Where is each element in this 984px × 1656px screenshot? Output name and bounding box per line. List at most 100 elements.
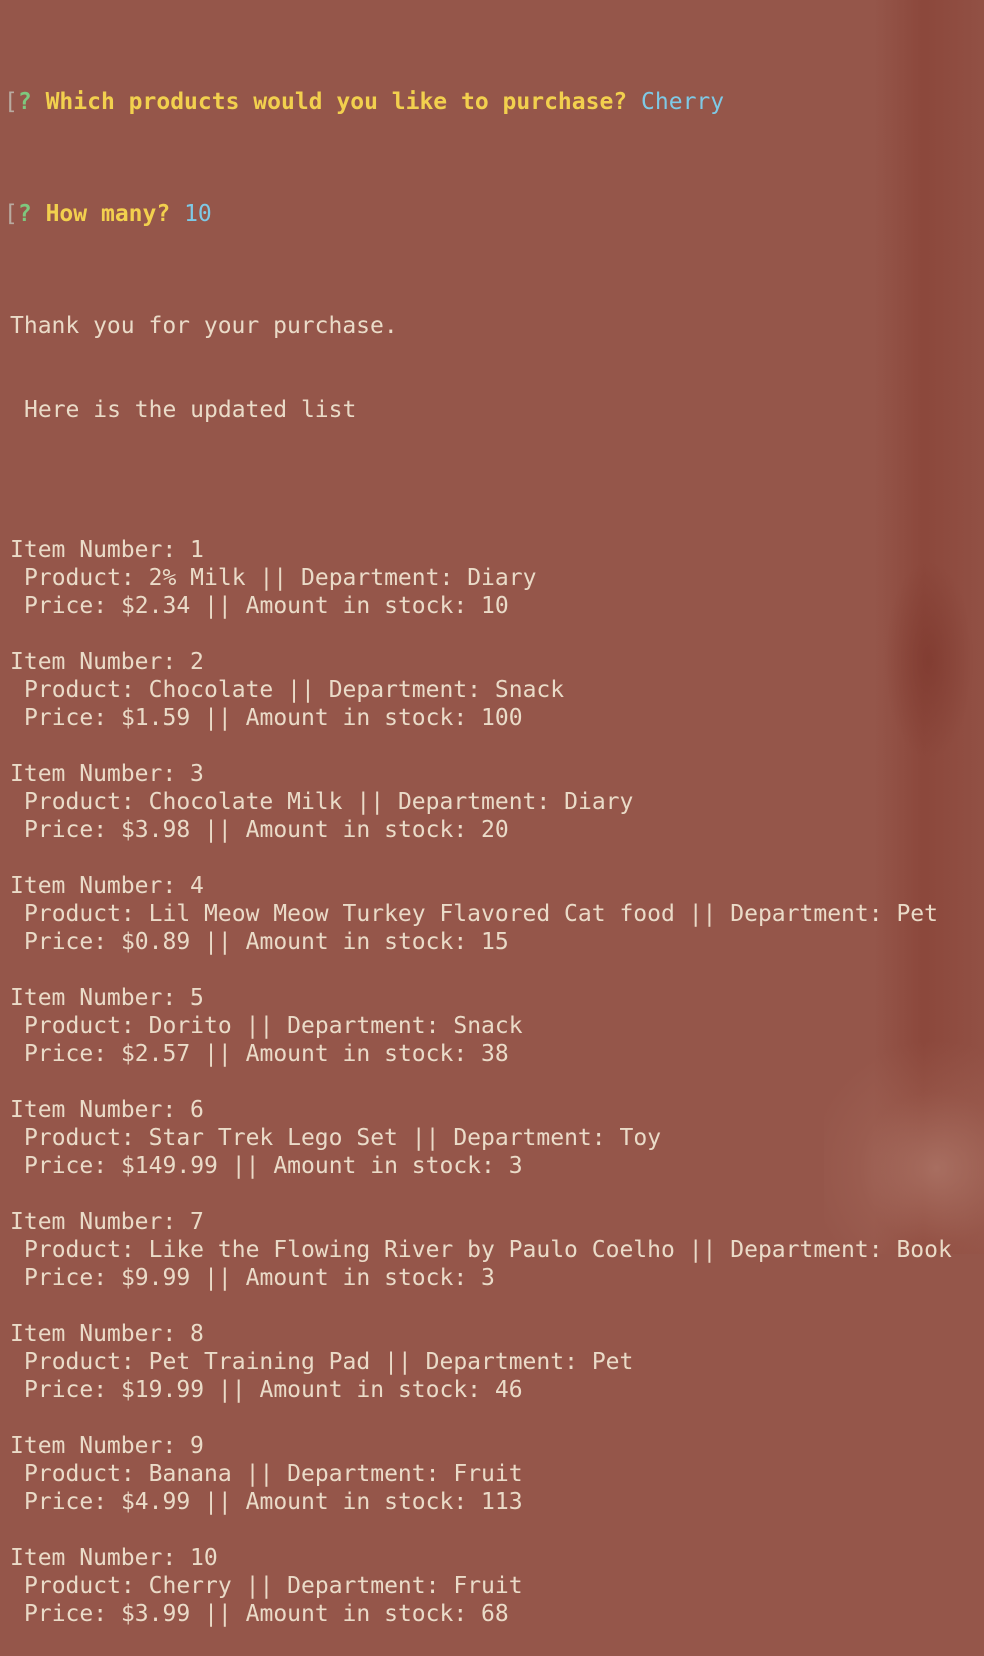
price-line: Price: $2.57 || Amount in stock: 38 [10,1040,952,1068]
stock-value: 10 [481,593,509,619]
stock-label: Amount in stock: [245,929,468,955]
stock-label: Amount in stock: [245,1041,468,1067]
separator: || [204,929,232,955]
product-line: Product: Star Trek Lego Set || Departmen… [10,1124,952,1152]
prompt-bracket: [ [4,201,18,227]
product-name: Lil Meow Meow Turkey Flavored Cat food [148,901,675,927]
price-line: Price: $149.99 || Amount in stock: 3 [10,1152,952,1180]
department-name: Book [896,1237,952,1263]
separator: || [287,677,315,703]
stock-label: Amount in stock: [273,1153,495,1179]
product-name: Dorito [148,1013,232,1039]
item-number: 6 [190,1097,204,1123]
price-label: Price: [24,817,108,843]
price-label: Price: [24,1489,108,1515]
separator: || [259,565,288,591]
product-line: Product: Banana || Department: Fruit [10,1460,952,1488]
stock-label: Amount in stock: [259,1377,482,1403]
thank-you-message: Thank you for your purchase. [10,313,398,339]
department-label: Department: [453,1125,606,1151]
stock-value: 38 [481,1041,509,1067]
item-number-label: Item Number: [10,985,177,1011]
department-name: Snack [494,677,565,703]
department-name: Diary [564,789,634,815]
price-value: $9.99 [120,1265,191,1291]
separator: || [384,1349,412,1375]
price-value: $4.99 [120,1489,191,1515]
prompt-bracket: [ [4,89,18,115]
item-number-line: Item Number: 8 [10,1320,952,1348]
list-item: Item Number: 7 Product: Like the Flowing … [10,1180,952,1292]
stock-value: 20 [481,817,509,843]
list-item: Item Number: 1 Product: 2% Milk || Depart… [10,508,952,620]
terminal-output[interactable]: [? Which products would you like to purc… [4,4,952,1656]
price-value: $19.99 [120,1377,205,1403]
product-label: Product: [24,677,135,703]
department-name: Pet [591,1349,634,1375]
price-line: Price: $4.99 || Amount in stock: 113 [10,1488,952,1516]
price-label: Price: [24,929,108,955]
price-line: Price: $2.34 || Amount in stock: 10 [10,592,952,620]
question-mark-icon: ? [17,89,32,115]
stock-label: Amount in stock: [245,1601,468,1627]
price-line: Price: $0.89 || Amount in stock: 15 [10,928,952,956]
stock-label: Amount in stock: [245,1489,468,1515]
price-label: Price: [24,1041,108,1067]
price-value: $3.98 [120,817,191,843]
stock-label: Amount in stock: [245,1265,468,1291]
department-name: Diary [467,565,537,591]
product-name: Cherry [148,1573,232,1599]
item-number-label: Item Number: [10,1097,177,1123]
product-name: 2% Milk [148,565,246,591]
product-label: Product: [24,1349,135,1375]
list-item: Item Number: 9 Product: Banana || Departm… [10,1404,952,1516]
item-list: Item Number: 1 Product: 2% Milk || Depart… [10,508,952,1628]
price-label: Price: [24,705,108,731]
price-value: $2.34 [120,593,191,619]
product-line: Product: Lil Meow Meow Turkey Flavored C… [10,900,952,928]
separator: || [204,593,232,619]
separator: || [204,817,232,843]
prompt-answer: Cherry [641,89,725,115]
product-label: Product: [24,789,135,815]
item-number-line: Item Number: 3 [10,760,952,788]
price-label: Price: [24,1153,108,1179]
prompt-answer: 10 [184,201,212,227]
item-number-line: Item Number: 2 [10,648,952,676]
prompt-line-product: [? Which products would you like to purc… [4,88,952,116]
department-label: Department: [287,1461,440,1487]
item-number-label: Item Number: [10,1321,177,1347]
separator: || [688,1237,717,1263]
product-label: Product: [24,1013,135,1039]
separator: || [204,1265,232,1291]
item-number: 9 [190,1433,204,1459]
item-number-line: Item Number: 6 [10,1096,952,1124]
item-number-line: Item Number: 9 [10,1432,952,1460]
list-item: Item Number: 3 Product: Chocolate Milk ||… [10,732,952,844]
separator: || [245,1461,274,1487]
separator: || [217,1377,246,1403]
list-item: Item Number: 4 Product: Lil Meow Meow Tur… [10,844,952,956]
product-label: Product: [24,1125,135,1151]
stock-value: 3 [481,1265,495,1291]
price-label: Price: [24,593,108,619]
department-name: Pet [896,901,938,927]
product-label: Product: [24,901,135,927]
separator: || [204,1601,232,1627]
separator: || [204,1489,232,1515]
product-label: Product: [24,1237,135,1263]
department-label: Department: [328,677,482,703]
product-name: Pet Training Pad [148,1349,371,1375]
price-label: Price: [24,1265,108,1291]
price-line: Price: $3.99 || Amount in stock: 68 [10,1600,952,1628]
department-label: Department: [730,1237,883,1263]
product-label: Product: [24,1461,135,1487]
product-name: Chocolate [148,677,274,703]
